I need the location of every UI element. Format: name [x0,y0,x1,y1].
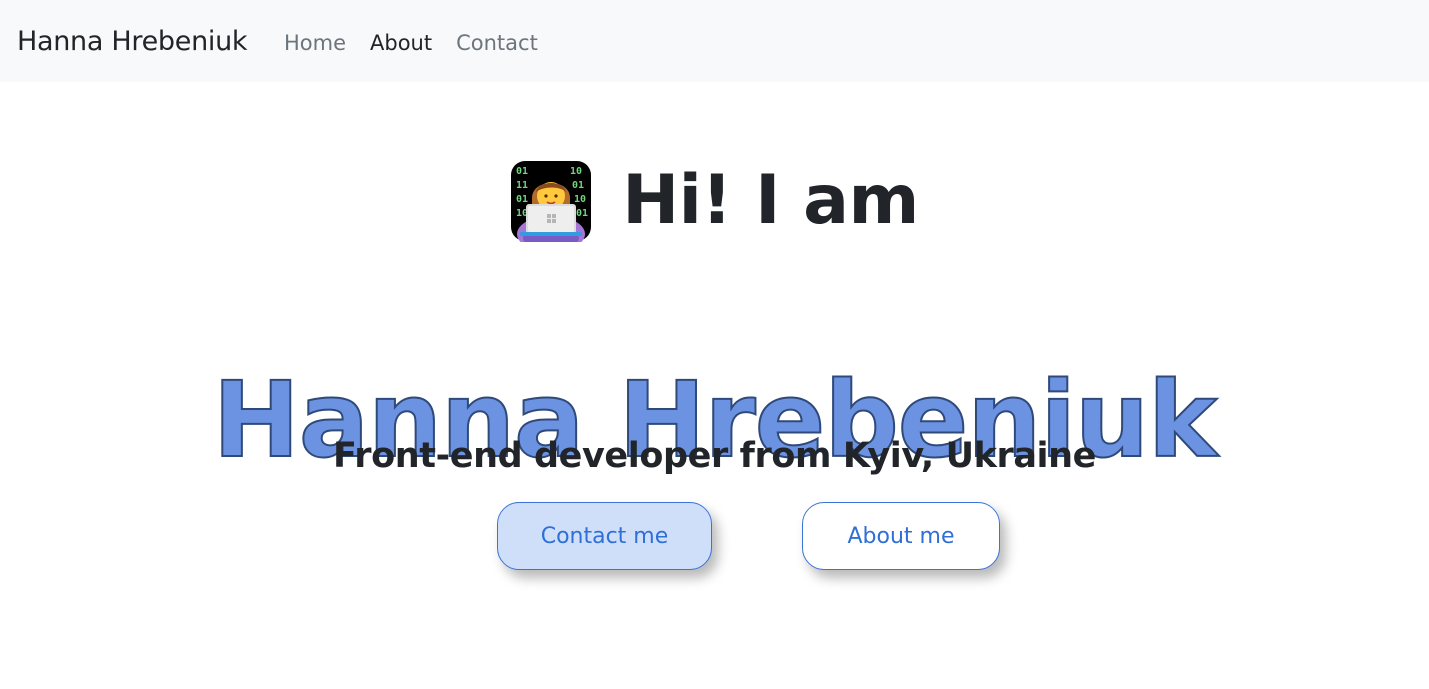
svg-text:10: 10 [574,194,586,205]
svg-text:01: 01 [516,194,528,205]
svg-text:11: 11 [516,180,528,191]
greeting-row: 01 10 11 01 01 10 10 01 Hi! I am [0,160,1429,242]
hero-subtitle: Front-end developer from Kyiv, Ukraine [332,436,1097,477]
about-me-button[interactable]: About me [802,502,1000,570]
hero-section: 01 10 11 01 01 10 10 01 Hi! I am Hanna H… [0,82,1429,689]
svg-text:01: 01 [576,208,588,219]
svg-text:01: 01 [516,166,528,177]
navbar-brand[interactable]: Hanna Hrebeniuk [17,24,248,60]
nav-link-home[interactable]: Home [284,28,346,58]
nav-link-contact[interactable]: Contact [456,28,538,58]
nav-link-about[interactable]: About [370,28,432,58]
nav-links: Home About Contact [284,28,562,58]
technologist-woman-emoji-icon: 01 10 11 01 01 10 10 01 [511,161,592,242]
svg-text:10: 10 [570,166,582,177]
svg-text:01: 01 [572,180,584,191]
greeting-text: Hi! I am [622,161,919,240]
contact-me-button[interactable]: Contact me [497,502,712,570]
navbar: Hanna Hrebeniuk Home About Contact [0,0,1429,82]
